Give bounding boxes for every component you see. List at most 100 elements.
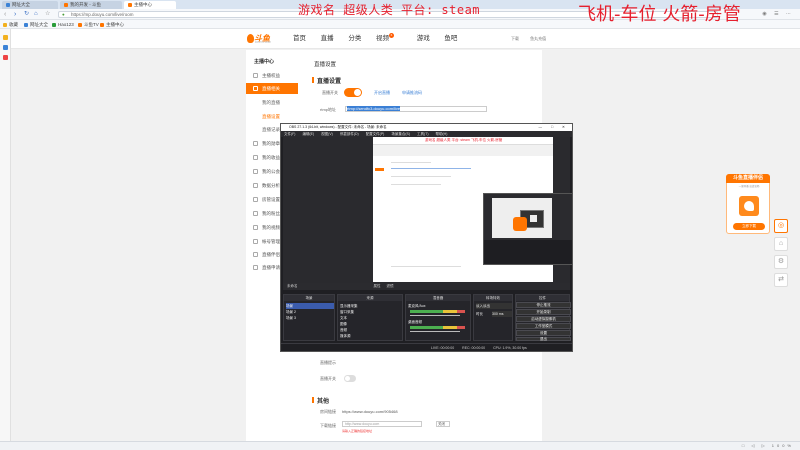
obs-tab-filters[interactable]: 滤镜 <box>387 284 394 288</box>
source-item[interactable]: 媒体源 <box>340 333 401 339</box>
nav-category[interactable]: 分类 <box>348 29 361 48</box>
rtmp-address-field[interactable]: rtmp://sendfc3.douyu.com/live <box>345 106 487 112</box>
home-icon[interactable]: ⌂ <box>34 10 38 19</box>
favorites-icon[interactable] <box>3 35 8 40</box>
room-link-value[interactable]: https://www.douyu.com/905468 <box>342 409 398 414</box>
section-accent <box>312 397 314 403</box>
history-icon[interactable] <box>3 45 8 50</box>
stop-streaming-button[interactable]: 停止推流 <box>516 302 571 308</box>
obs-title-text: OBS 27.1.3 (64-bit, windows) - 配置文件: 未命名… <box>289 125 387 129</box>
home-float-icon[interactable]: ⌂ <box>774 237 788 251</box>
side-item-benefits[interactable]: 主播权益 <box>246 70 298 81</box>
obs-preview[interactable]: 游戏名 超级人类 平台: steam 飞机-车位 火箭-房管 <box>283 137 573 283</box>
bookmark-icon <box>52 22 56 27</box>
obs-controls-dock: 控件 停止推流 开始录制 启动虚拟摄像机 工作室模式 设置 退出 <box>515 294 571 341</box>
virtual-camera-button[interactable]: 启动虚拟摄像机 <box>516 316 571 322</box>
side-item-live-settings[interactable]: 直播设置 <box>246 111 298 122</box>
mode-select[interactable]: 关闭 <box>436 421 450 427</box>
download-icon[interactable] <box>3 55 8 60</box>
promo-download-button[interactable]: 立即下载 <box>733 223 765 230</box>
obs-source-toolbar: 未命名 属性 滤镜 <box>283 283 570 290</box>
nav-game[interactable]: 游戏 <box>417 29 430 48</box>
volume-slider[interactable] <box>410 331 460 332</box>
browser-side-rail <box>0 29 11 441</box>
live-float-icon[interactable]: ◎ <box>774 219 788 233</box>
income-icon <box>253 155 258 160</box>
download-link-input[interactable]: http://www.douyu.com <box>342 421 422 427</box>
browser-tools[interactable]: ◉ ☰ ⋯ <box>762 10 794 19</box>
admin-icon <box>253 197 258 202</box>
audio-meter <box>410 326 465 329</box>
bookmark-item[interactable]: Hao123 <box>52 21 74 28</box>
window-controls[interactable]: — □ ✕ <box>539 124 570 131</box>
star-icon[interactable]: ☆ <box>45 10 50 19</box>
settings-float-icon[interactable]: ⚙ <box>774 255 788 269</box>
exit-button[interactable]: 退出 <box>516 337 571 341</box>
dock-title: 混音器 <box>406 295 470 301</box>
live-switch-toggle[interactable] <box>344 88 362 97</box>
start-recording-button[interactable]: 开始录制 <box>516 309 571 315</box>
nav-badge: 6 <box>389 33 395 38</box>
side-menu-heading: 主播中心 <box>254 59 275 65</box>
browser-tab[interactable]: 我的开发 - 斗鱼 <box>60 1 122 9</box>
settings-button[interactable]: 设置 <box>516 330 571 336</box>
studio-mode-button[interactable]: 工作室模式 <box>516 323 571 329</box>
obs-menu-docks[interactable]: 停靠部件(D) <box>340 132 359 136</box>
nested-sidebar <box>373 156 387 282</box>
tab-label: 网址大全 <box>12 2 30 7</box>
recharge-link[interactable]: 鱼丸充值 <box>530 36 546 41</box>
bookmark-item[interactable]: 收藏 <box>3 21 18 28</box>
scene-item[interactable]: 场景 3 <box>286 315 334 321</box>
obs-menu-tools[interactable]: 工具(T) <box>417 132 428 136</box>
douyu-fish-icon <box>247 34 254 43</box>
nav-home[interactable]: 首页 <box>293 29 306 48</box>
status-tools[interactable]: □ ◁ ▷ 100% <box>742 442 794 450</box>
side-item-live[interactable]: 直播相关 <box>246 83 298 94</box>
volume-slider[interactable] <box>410 315 460 316</box>
browser-tab[interactable]: 网址大全 <box>2 1 58 9</box>
companion-promo[interactable]: 斗鱼直播伴侣 一键开播 高清流畅 立即下载 <box>726 174 770 234</box>
refresh-icon[interactable]: ↻ <box>24 10 29 19</box>
obs-menu-file[interactable]: 文件(F) <box>284 132 295 136</box>
last-switch-toggle[interactable] <box>344 375 356 382</box>
forward-icon[interactable]: › <box>14 10 16 19</box>
obs-menu-profile[interactable]: 配置文件(P) <box>366 132 385 136</box>
dock-title: 控件 <box>516 295 569 301</box>
share-float-icon[interactable]: ⇄ <box>774 273 788 287</box>
nested-header: 游戏名 超级人类 平台: steam 飞机-车位 火箭-房管 <box>373 137 553 145</box>
tab-favicon-icon <box>128 2 132 7</box>
browser-tab-active[interactable]: 主播中心 <box>124 1 176 9</box>
obs-tab-properties[interactable]: 属性 <box>374 284 381 288</box>
douyu-logo[interactable]: 斗鱼 DOUYU.COM <box>247 33 277 45</box>
obs-menu-help[interactable]: 帮助(H) <box>436 132 448 136</box>
obs-tab-unnamed[interactable]: 未命名 <box>287 284 298 288</box>
camera-icon <box>253 86 258 91</box>
download-link[interactable]: 下载 <box>511 36 519 41</box>
stream-overlay-game: 游戏名 超级人类 平台: steam <box>298 3 481 17</box>
apply-stream-key-link[interactable]: 申请推流码 <box>402 90 422 96</box>
obs-menu-scene-collection[interactable]: 场景集合(S) <box>391 132 410 136</box>
companion-icon <box>253 252 258 257</box>
audio-meter <box>410 310 465 313</box>
back-icon[interactable]: ‹ <box>4 10 6 19</box>
nav-fishbar[interactable]: 鱼吧 <box>444 29 457 48</box>
nested-obs-preview-3 <box>530 215 537 222</box>
nested-active-item <box>375 168 384 171</box>
transition-select[interactable]: 淡入淡出 <box>476 303 513 309</box>
dock-title: 场景 <box>284 295 334 301</box>
bookmark-item[interactable]: 主播中心 <box>100 21 124 28</box>
open-live-link[interactable]: 开启直播 <box>374 90 390 96</box>
apply-icon <box>253 265 258 270</box>
live-timer: LIVE: 00:00:00 <box>431 346 455 350</box>
browser-status-bar: □ ◁ ▷ 100% <box>0 441 800 450</box>
duration-input[interactable]: 300 ms <box>492 311 512 317</box>
bookmark-item[interactable]: 网址大全 <box>24 21 48 28</box>
bookmark-item[interactable]: 斗鱼TV <box>78 21 99 28</box>
promo-title: 斗鱼直播伴侣 <box>726 174 770 183</box>
side-item-my-live[interactable]: 我的直播 <box>246 97 298 108</box>
nav-video[interactable]: 视频 6 <box>376 29 402 48</box>
obs-menu-view[interactable]: 视图(V) <box>321 132 333 136</box>
nav-live[interactable]: 直播 <box>321 29 334 48</box>
obs-menu-edit[interactable]: 编辑(E) <box>302 132 314 136</box>
nested-obs-window <box>483 193 573 265</box>
